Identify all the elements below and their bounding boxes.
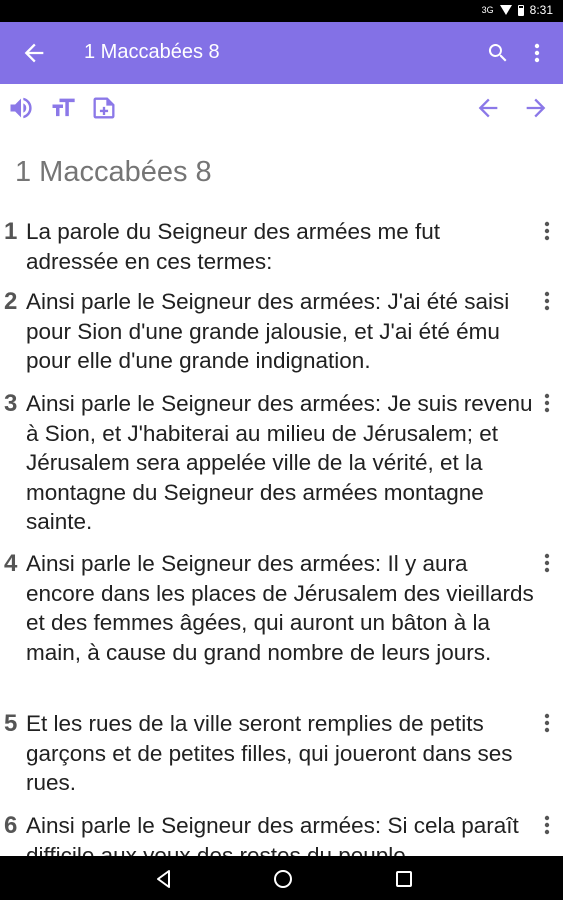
verse-menu-icon[interactable] bbox=[538, 549, 556, 577]
verse-menu-icon[interactable] bbox=[538, 217, 556, 245]
verse-number: 3 bbox=[4, 390, 18, 417]
back-arrow-icon[interactable] bbox=[20, 39, 48, 67]
system-nav-bar bbox=[0, 856, 563, 900]
verse-number: 1 bbox=[4, 218, 18, 245]
reader-toolbar bbox=[0, 84, 563, 130]
verse-text: Et les rues de la ville seront remplies … bbox=[26, 711, 513, 795]
verse-menu-icon[interactable] bbox=[538, 709, 556, 737]
signal-icon bbox=[499, 5, 512, 15]
verse-list[interactable]: 1 La parole du Seigneur des armées me fu… bbox=[0, 200, 563, 856]
overflow-menu-icon[interactable] bbox=[527, 41, 547, 65]
verse-text: Ainsi parle le Seigneur des armées: Je s… bbox=[26, 391, 533, 534]
speaker-icon[interactable] bbox=[6, 94, 36, 122]
verse-number: 6 bbox=[4, 812, 18, 839]
verse-text: Ainsi parle le Seigneur des armées: Si c… bbox=[26, 813, 519, 856]
clock: 8:31 bbox=[529, 3, 553, 17]
verse-number: 4 bbox=[4, 550, 18, 577]
verse-text: La parole du Seigneur des armées me fut … bbox=[26, 219, 440, 274]
verse-menu-icon[interactable] bbox=[538, 389, 556, 417]
app-bar: 1 Maccabées 8 bbox=[0, 22, 563, 84]
next-chapter-icon[interactable] bbox=[521, 94, 551, 122]
status-bar: 3G 8:31 bbox=[0, 0, 563, 22]
chapter-heading: 1 Maccabées 8 bbox=[15, 156, 212, 188]
verse-number: 2 bbox=[4, 288, 18, 315]
battery-icon bbox=[517, 4, 524, 16]
verse-text: Ainsi parle le Seigneur des armées: Il y… bbox=[26, 551, 534, 665]
search-icon[interactable] bbox=[486, 41, 510, 65]
verse-menu-icon[interactable] bbox=[538, 287, 556, 315]
verse-text: Ainsi parle le Seigneur des armées: J'ai… bbox=[26, 289, 510, 373]
nav-recents-icon[interactable] bbox=[393, 868, 415, 890]
add-note-icon[interactable] bbox=[89, 94, 119, 122]
text-size-icon[interactable] bbox=[48, 94, 78, 122]
previous-chapter-icon[interactable] bbox=[473, 94, 503, 122]
nav-back-icon[interactable] bbox=[153, 868, 175, 890]
signal-label: 3G bbox=[481, 5, 494, 15]
nav-home-icon[interactable] bbox=[272, 868, 294, 890]
verse-menu-icon[interactable] bbox=[538, 811, 556, 839]
page-title: 1 Maccabées 8 bbox=[84, 41, 220, 63]
verse-number: 5 bbox=[4, 710, 18, 737]
